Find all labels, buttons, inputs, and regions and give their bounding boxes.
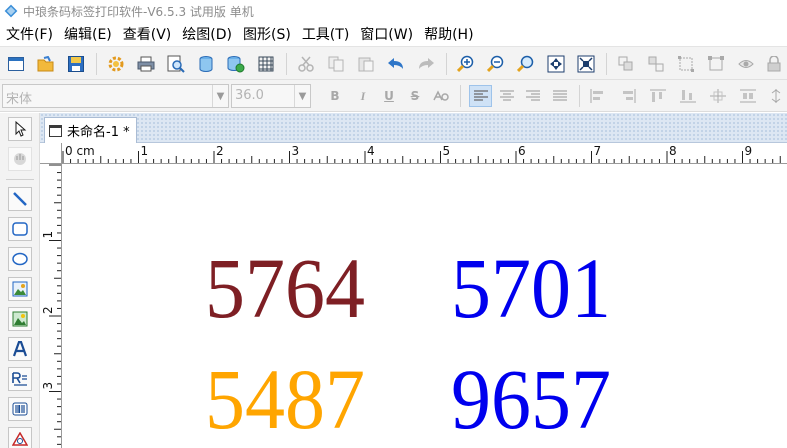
ruler-label: 3 [41,382,55,390]
align-objects-left-icon[interactable] [588,87,608,105]
align-objects-bottom-icon[interactable] [678,87,698,105]
open-icon[interactable] [36,54,56,74]
document-tab[interactable]: 未命名-1 * [44,117,137,143]
font-size-select[interactable]: 36.0 ▼ [231,84,311,108]
vertical-ruler: 1 2 3 [40,164,62,448]
database-settings-icon[interactable] [226,54,246,74]
picture-tool-icon[interactable] [8,307,32,331]
menu-help[interactable]: 帮助(H) [421,24,476,44]
copy-icon[interactable] [326,54,346,74]
app-logo-icon [4,4,18,18]
bold-button[interactable]: B [325,87,345,105]
window-title: 中琅条码标签打印软件-V6.5.3 试用版 单机 [23,4,254,19]
align-objects-right-icon[interactable] [618,87,638,105]
shape-tool-icon[interactable] [8,427,32,448]
zoom-icon[interactable] [516,54,536,74]
chevron-down-icon[interactable]: ▼ [212,85,228,107]
ruler-label: 8 [669,144,677,158]
menu-tools[interactable]: 工具(T) [299,24,352,44]
fit-selection-icon[interactable] [576,54,596,74]
print-icon[interactable] [136,54,156,74]
distribute-objects-icon[interactable] [738,87,758,105]
align-left-icon[interactable] [469,85,492,107]
lock-icon[interactable] [764,54,784,74]
ruler-unit-label: 0 cm [65,144,95,158]
barcode-tool-icon[interactable] [8,397,32,421]
ungroup-icon[interactable] [646,54,666,74]
ruler-label: 1 [41,231,55,239]
ruler-label: 2 [216,144,224,158]
database-icon[interactable] [196,54,216,74]
ruler-corner [40,143,62,164]
undo-icon[interactable] [386,54,406,74]
paste-icon[interactable] [356,54,376,74]
rich-text-tool-icon[interactable] [8,367,32,391]
text-tool-icon[interactable] [8,337,32,361]
canvas-number-text[interactable]: 9657 [451,356,611,442]
align-frame-icon[interactable] [706,54,726,74]
select-pointer-icon[interactable] [8,117,32,141]
ellipse-tool-icon[interactable] [8,247,32,271]
fit-page-icon[interactable] [546,54,566,74]
more-align-icon[interactable] [766,87,786,105]
visibility-icon[interactable] [736,54,756,74]
chevron-down-icon[interactable]: ▼ [294,85,310,107]
italic-button[interactable]: I [353,87,373,105]
redo-icon[interactable] [416,54,436,74]
canvas-number-text[interactable]: 5701 [451,245,611,331]
title-bar: 中琅条码标签打印软件-V6.5.3 试用版 单机 [0,0,787,22]
align-objects-top-icon[interactable] [648,87,668,105]
format-toolbar: 宋体 ▼ 36.0 ▼ B I U S [0,80,787,112]
menu-file[interactable]: 文件(F) [3,24,56,44]
document-tab-label: 未命名-1 * [67,125,130,140]
menu-window[interactable]: 窗口(W) [357,24,416,44]
canvas-number-text[interactable]: 5487 [205,356,365,442]
align-right-icon[interactable] [523,87,543,105]
menu-bar: 文件(F) 编辑(E) 查看(V) 绘图(D) 图形(S) 工具(T) 窗口(W… [0,22,787,46]
font-name-select[interactable]: 宋体 ▼ [2,84,229,108]
ruler-label: 5 [443,144,451,158]
label-canvas[interactable]: 5764 5701 5487 9657 [63,165,787,448]
save-icon[interactable] [66,54,86,74]
rectangle-tool-icon[interactable] [8,217,32,241]
ruler-label: 2 [41,306,55,314]
menu-shape[interactable]: 图形(S) [240,24,294,44]
menu-view[interactable]: 查看(V) [120,24,175,44]
settings-icon[interactable] [106,54,126,74]
ruler-label: 1 [141,144,149,158]
line-tool-icon[interactable] [8,187,32,211]
menu-edit[interactable]: 编辑(E) [61,24,115,44]
zoom-out-icon[interactable] [486,54,506,74]
font-name-value: 宋体 [6,92,33,107]
text-effect-icon[interactable] [431,87,451,105]
canvas-number-text[interactable]: 5764 [205,245,365,331]
ruler-label: 9 [745,144,753,158]
zoom-in-icon[interactable] [456,54,476,74]
ruler-label: 3 [292,144,300,158]
group-icon[interactable] [616,54,636,74]
underline-button[interactable]: U [379,87,399,105]
align-justify-icon[interactable] [550,87,570,105]
cut-icon[interactable] [296,54,316,74]
image-tool-icon[interactable] [8,277,32,301]
grid-icon[interactable] [256,54,276,74]
font-size-value: 36.0 [235,88,264,103]
ruler-label: 4 [367,144,375,158]
horizontal-ruler: 0 cm 1 2 3 4 5 6 7 8 9 [40,143,787,164]
select-frame-icon[interactable] [676,54,696,74]
print-preview-icon[interactable] [166,54,186,74]
pan-tool-icon[interactable] [8,147,32,171]
document-tab-strip: 未命名-1 * [40,113,787,143]
document-icon [49,124,62,137]
ruler-label: 7 [594,144,602,158]
tool-palette [0,113,40,448]
menu-draw[interactable]: 绘图(D) [179,24,235,44]
ruler-label: 6 [518,144,526,158]
align-objects-center-icon[interactable] [708,87,728,105]
main-toolbar [0,46,787,80]
strikethrough-button[interactable]: S [405,87,425,105]
new-icon[interactable] [6,54,26,74]
align-center-icon[interactable] [497,87,517,105]
